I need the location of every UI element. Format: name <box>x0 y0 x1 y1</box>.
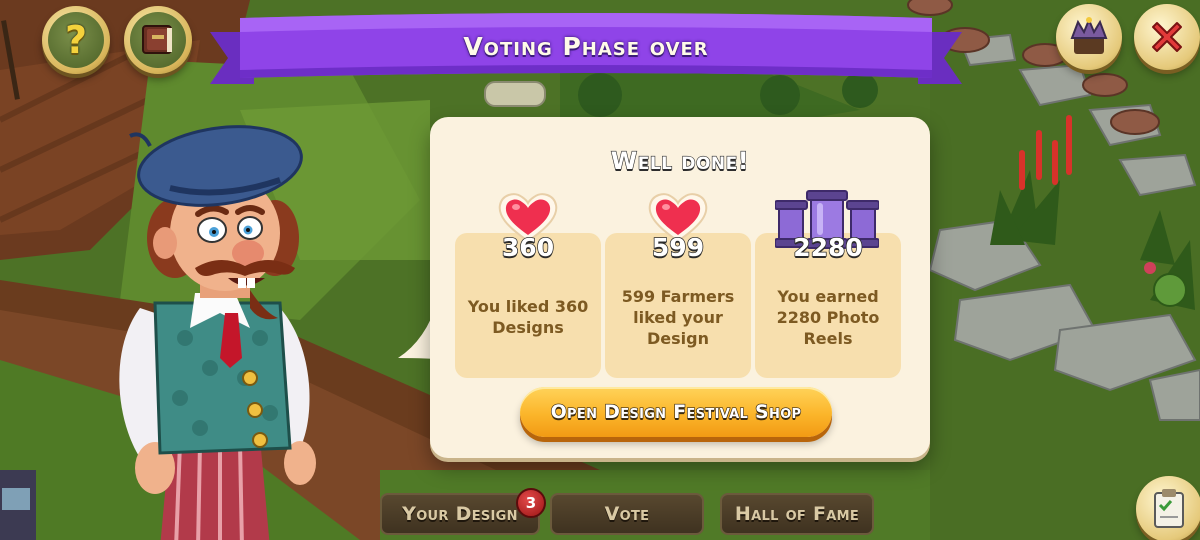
stat-description-line: 2280 Photo <box>776 308 880 327</box>
stat-description-line: Designs <box>492 318 564 337</box>
stat-card-photo-reels: 2280 You earned 2280 Photo Reels <box>755 190 901 378</box>
crown-button[interactable] <box>1056 4 1122 70</box>
dialog-heading: Well done! <box>610 146 750 175</box>
crown-icon <box>1070 17 1108 54</box>
stat-value: 360 <box>501 232 555 263</box>
stat-description-line: Design <box>647 329 709 348</box>
open-shop-button[interactable]: Open Design Festival Shop <box>520 387 832 437</box>
stat-value: 599 <box>651 232 705 263</box>
book-icon-wrap <box>130 12 186 68</box>
stat-description-line: Reels <box>803 329 853 348</box>
task-button[interactable] <box>1136 476 1200 540</box>
stat-description-line: You earned <box>777 287 879 306</box>
help-button[interactable]: ? <box>42 6 110 74</box>
book-button[interactable] <box>124 6 192 74</box>
clipboard-icon <box>1154 489 1184 528</box>
artist-character <box>119 125 316 540</box>
stat-description-line: You liked 360 <box>467 297 589 316</box>
close-button[interactable] <box>1134 4 1200 70</box>
tab-vote[interactable]: Vote <box>550 493 704 535</box>
stat-description: You liked 360 Designs <box>461 296 595 338</box>
stat-card-likes-received: 599 599 Farmers liked your Design <box>605 193 751 378</box>
tab-your-design-label: Your Design <box>402 503 518 525</box>
tab-hall-of-fame[interactable]: Hall of Fame <box>720 493 874 535</box>
tab-vote-label: Vote <box>604 503 650 525</box>
tab-hall-of-fame-label: Hall of Fame <box>734 503 860 525</box>
title-ribbon: Voting Phase over <box>210 12 962 102</box>
stat-description-line: 599 Farmers <box>621 287 735 306</box>
notification-badge: 3 <box>516 488 546 518</box>
ribbon-title: Voting Phase over <box>463 32 709 61</box>
stat-description: 599 Farmers liked your Design <box>611 286 745 349</box>
stat-description: You earned 2280 Photo Reels <box>761 286 895 349</box>
question-icon: ? <box>48 12 104 68</box>
stat-value: 2280 <box>792 232 863 263</box>
results-dialog: Well done! 360 You liked 360 Designs 599… <box>430 117 930 458</box>
open-shop-button-label: Open Design Festival Shop <box>550 400 802 423</box>
book-icon <box>142 25 172 54</box>
close-icon <box>1152 22 1182 52</box>
stat-card-likes-given: 360 You liked 360 Designs <box>455 193 601 378</box>
stat-description-line: liked your <box>633 308 723 327</box>
